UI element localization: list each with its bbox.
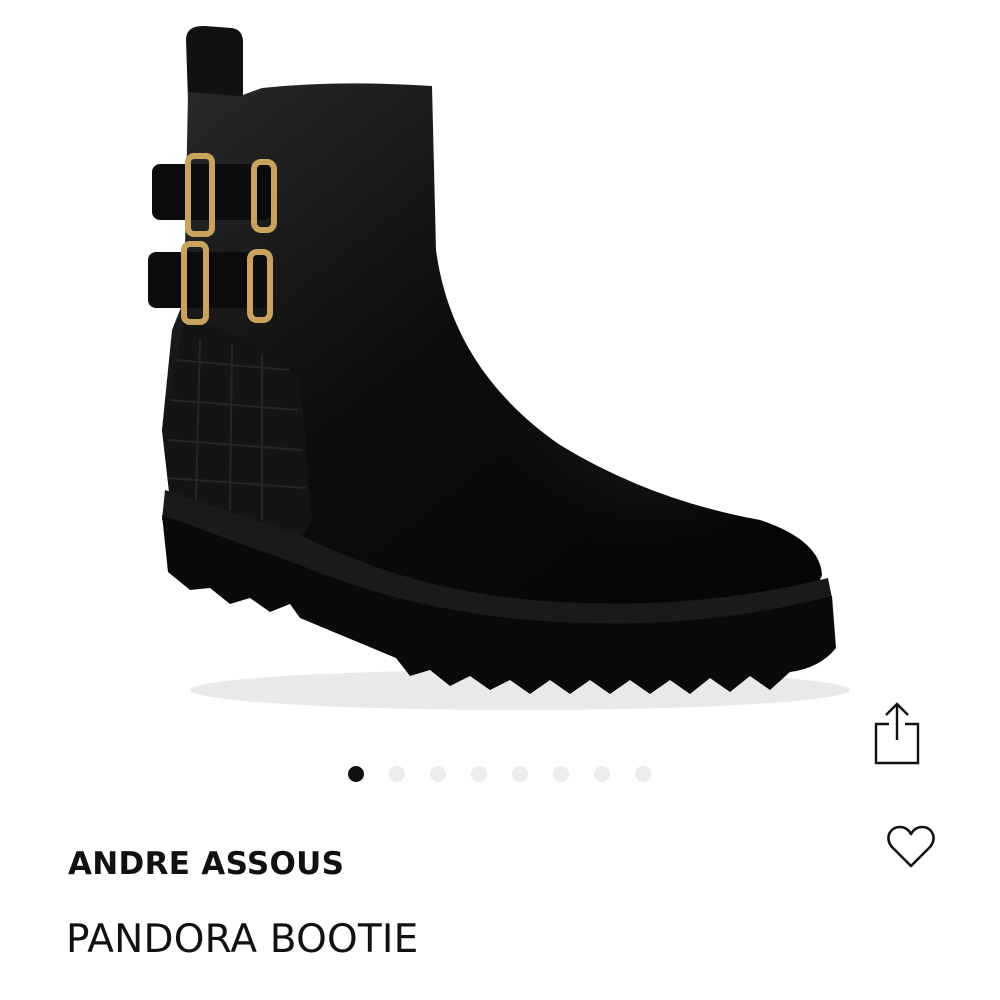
carousel-dot[interactable] — [348, 766, 364, 782]
brand-name[interactable]: ANDRE ASSOUS — [68, 846, 344, 882]
carousel-dot[interactable] — [389, 766, 405, 782]
share-icon — [874, 702, 920, 765]
carousel-dot[interactable] — [471, 766, 487, 782]
carousel-dot[interactable] — [553, 766, 569, 782]
carousel-dot[interactable] — [430, 766, 446, 782]
favorite-button[interactable] — [882, 818, 940, 876]
image-carousel-dots — [340, 764, 660, 784]
product-image[interactable] — [0, 0, 1000, 740]
boot-highlight — [300, 96, 822, 608]
boot-pull-tab — [186, 25, 244, 100]
product-name: PANDORA BOOTIE — [66, 917, 419, 962]
heart-outline-icon — [887, 825, 935, 868]
carousel-dot[interactable] — [512, 766, 528, 782]
carousel-dot[interactable] — [594, 766, 610, 782]
share-button[interactable] — [866, 698, 928, 768]
carousel-dot[interactable] — [635, 766, 651, 782]
